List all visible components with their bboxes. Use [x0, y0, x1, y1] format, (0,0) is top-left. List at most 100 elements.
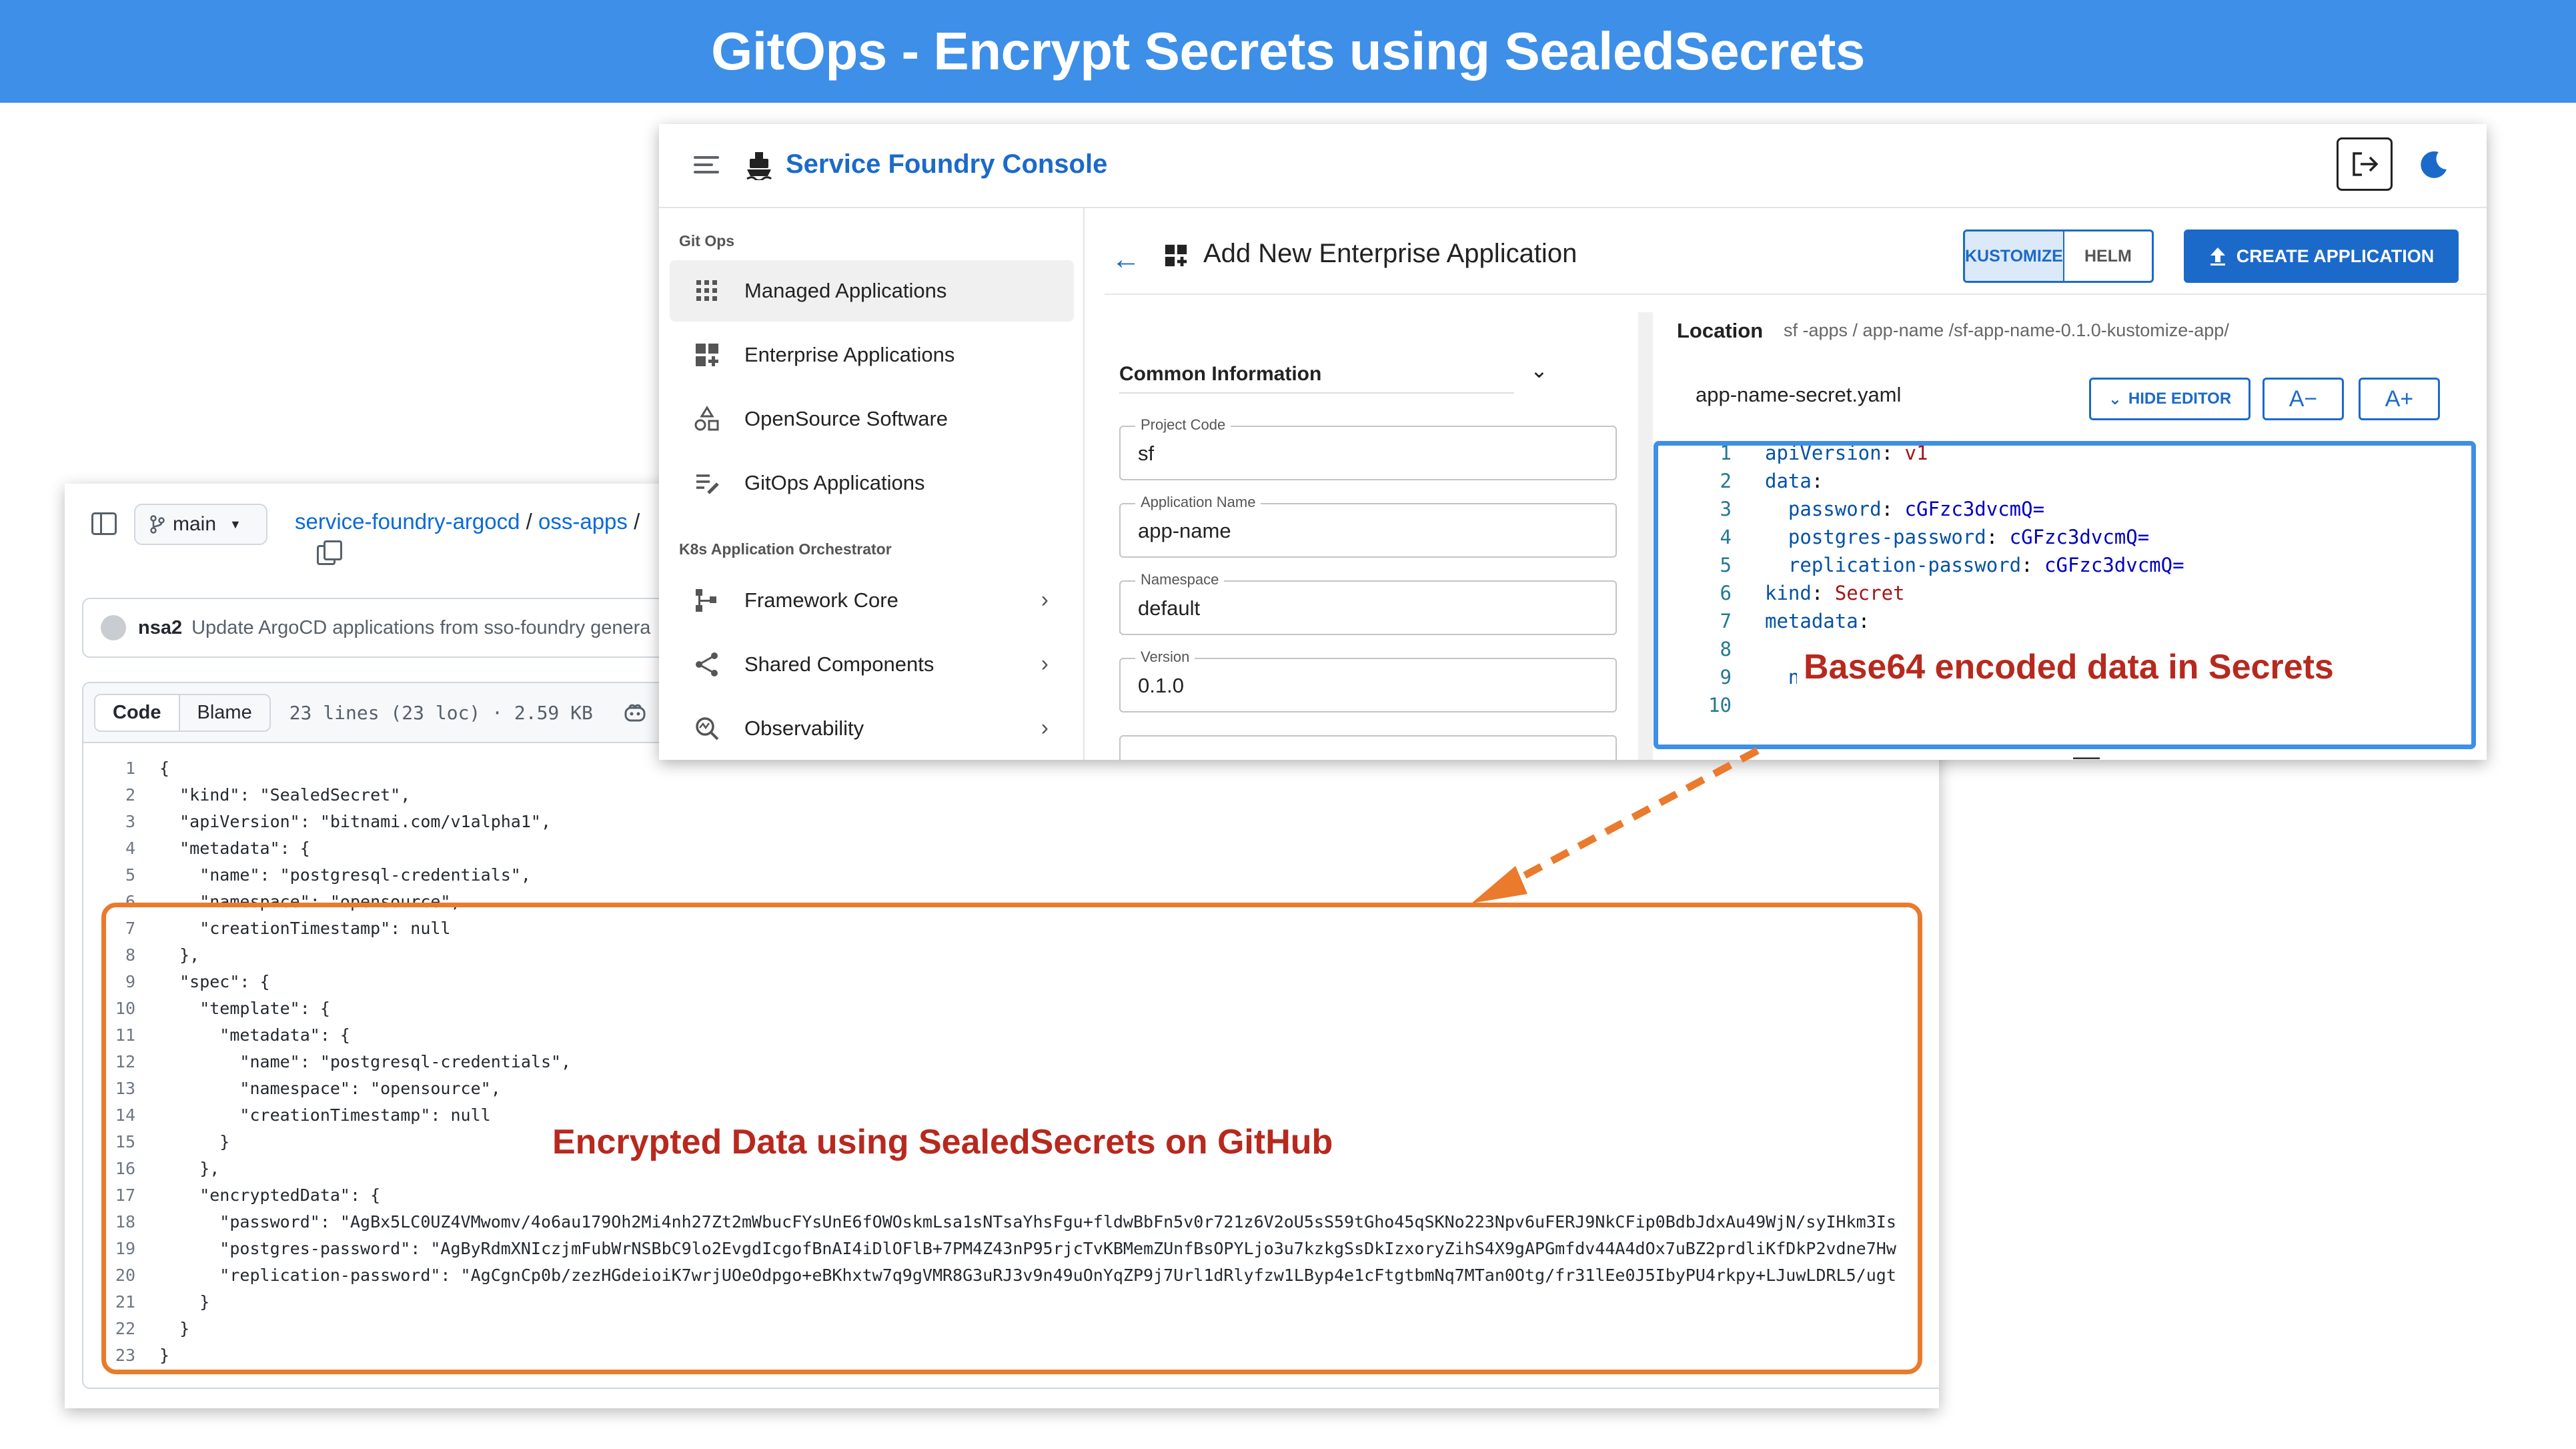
chevron-down-icon: ⌄	[2108, 390, 2122, 408]
field-value: app-name	[1138, 519, 1231, 542]
line-number[interactable]: 4	[83, 835, 159, 862]
file-name: app-name-secret.yaml	[1696, 383, 1902, 406]
sidebar: Git Ops Managed Applications Enterprise …	[659, 208, 1085, 760]
commit-author[interactable]: nsa2	[138, 617, 182, 639]
sidebar-item-label: Framework Core	[744, 588, 898, 612]
copy-path-icon[interactable]	[317, 540, 342, 565]
list-edit-icon	[696, 474, 719, 494]
share-icon	[696, 652, 718, 676]
menu-collapse-icon[interactable]	[694, 156, 719, 175]
tab-blame[interactable]: Blame	[180, 695, 269, 731]
nav-section-gitops: Git Ops	[679, 232, 735, 250]
breadcrumb-repo-link[interactable]: service-foundry-argocd	[295, 509, 520, 534]
line-number[interactable]: 2	[83, 782, 159, 809]
code-line: 4 "metadata": {	[83, 835, 1939, 862]
decrease-font-button[interactable]: A−	[2263, 378, 2344, 420]
sidebar-item-label: Enterprise Applications	[744, 343, 955, 366]
back-arrow-icon[interactable]: ←	[1111, 243, 1141, 276]
breadcrumb-separator: /	[526, 509, 532, 534]
ship-logo-icon	[746, 152, 772, 180]
code-line: 2 "kind": "SealedSecret",	[83, 782, 1939, 809]
sidebar-item-label: Observability	[744, 716, 864, 740]
hide-editor-label: HIDE EDITOR	[2128, 390, 2232, 408]
breadcrumb: service-foundry-argocd / oss-apps /	[295, 509, 640, 534]
apps-add-icon	[1165, 244, 1187, 267]
app-bar: Service Foundry Console	[659, 124, 2487, 208]
field-value: 0.1.0	[1138, 674, 1184, 697]
sidebar-item-shared-components[interactable]: Shared Components ›	[670, 634, 1074, 695]
field-label: Application Name	[1135, 494, 1261, 511]
sidebar-item-opensource-software[interactable]: OpenSource Software	[670, 388, 1074, 450]
helm-toggle-button[interactable]: HELM	[2064, 231, 2152, 281]
git-branch-icon	[150, 515, 165, 534]
code-line: 5 "name": "postgresql-credentials",	[83, 862, 1939, 889]
template-type-toggle: KUSTOMIZE HELM	[1963, 229, 2154, 283]
editor-highlight-box	[1654, 441, 2476, 749]
sidebar-item-label: Managed Applications	[744, 279, 947, 302]
title-banner: GitOps - Encrypt Secrets using SealedSec…	[0, 0, 2576, 103]
version-field[interactable]: Version 0.1.0	[1119, 648, 1617, 712]
sealed-secrets-annotation: Encrypted Data using SealedSecrets on Gi…	[552, 1123, 1333, 1161]
divider	[1119, 392, 1514, 394]
line-text: "kind": "SealedSecret",	[159, 785, 411, 805]
line-number[interactable]: 1	[83, 755, 159, 782]
page-title: Add New Enterprise Application	[1203, 239, 1577, 268]
field-label: Version	[1135, 648, 1195, 666]
field-label: Namespace	[1135, 571, 1225, 588]
branch-selector[interactable]: main ▼	[134, 504, 267, 545]
hide-editor-button[interactable]: ⌄ HIDE EDITOR	[2089, 378, 2250, 420]
create-application-button[interactable]: CREATE APPLICATION	[2184, 229, 2459, 283]
sidebar-item-label: OpenSource Software	[744, 407, 948, 430]
next-field[interactable]	[1119, 735, 1617, 760]
chevron-right-icon: ›	[1041, 715, 1049, 741]
project-code-field[interactable]: Project Code sf	[1119, 416, 1617, 480]
sidebar-item-managed-applications[interactable]: Managed Applications	[670, 260, 1074, 322]
upload-icon	[2210, 248, 2225, 266]
app-title[interactable]: Service Foundry Console	[786, 149, 1107, 179]
logout-icon	[2353, 152, 2379, 176]
field-value: sf	[1138, 442, 1155, 465]
split-pane-handle[interactable]	[1638, 312, 1653, 760]
line-number[interactable]: 5	[83, 862, 159, 889]
code-line: 3 "apiVersion": "bitnami.com/v1alpha1",	[83, 809, 1939, 835]
avatar	[101, 615, 126, 640]
chevron-right-icon: ›	[1041, 587, 1049, 612]
logout-button[interactable]	[2337, 137, 2393, 191]
namespace-field[interactable]: Namespace default	[1119, 571, 1617, 635]
tab-code[interactable]: Code	[95, 694, 180, 731]
sidebar-item-label: GitOps Applications	[744, 471, 925, 494]
double-chevron-down-icon[interactable]: ⌄	[1530, 358, 1548, 383]
shapes-icon	[694, 406, 719, 431]
copilot-icon[interactable]	[624, 702, 646, 722]
sidebar-item-gitops-applications[interactable]: GitOps Applications	[670, 452, 1074, 514]
form-section-heading: Common Information	[1119, 363, 1322, 385]
line-text: {	[159, 759, 170, 778]
divider	[1105, 294, 2487, 295]
increase-font-button[interactable]: A+	[2359, 378, 2440, 420]
sidebar-toggle-icon[interactable]	[91, 512, 117, 535]
sidebar-item-observability[interactable]: Observability ›	[670, 698, 1074, 759]
location-path: sf -apps / app-name /sf-app-name-0.1.0-k…	[1784, 320, 2229, 340]
line-text: "apiVersion": "bitnami.com/v1alpha1",	[159, 812, 551, 831]
line-number[interactable]: 3	[83, 809, 159, 835]
application-name-field[interactable]: Application Name app-name	[1119, 494, 1617, 558]
location-label: Location	[1677, 319, 1764, 342]
apps-add-icon	[696, 344, 718, 366]
chevron-down-icon: ▼	[229, 517, 241, 531]
field-value: default	[1138, 596, 1201, 620]
branch-name: main	[173, 513, 217, 535]
sidebar-item-label: Shared Components	[744, 652, 934, 676]
grid-icon	[696, 280, 717, 301]
breadcrumb-folder-link[interactable]: oss-apps	[538, 509, 628, 534]
line-text: "metadata": {	[159, 839, 310, 858]
kustomize-toggle-button[interactable]: KUSTOMIZE	[1965, 231, 2064, 281]
code-blame-toggle: Code Blame	[94, 693, 271, 732]
sidebar-item-enterprise-applications[interactable]: Enterprise Applications	[670, 324, 1074, 386]
sidebar-item-framework-core[interactable]: Framework Core ›	[670, 570, 1074, 631]
dark-mode-icon[interactable]	[2419, 149, 2449, 180]
breadcrumb-separator: /	[634, 509, 640, 534]
chevron-right-icon: ›	[1041, 651, 1049, 676]
commit-message[interactable]: Update ArgoCD applications from sso-foun…	[191, 617, 650, 639]
line-text: "name": "postgresql-credentials",	[159, 865, 531, 885]
nav-section-k8s: K8s Application Orchestrator	[679, 540, 892, 558]
